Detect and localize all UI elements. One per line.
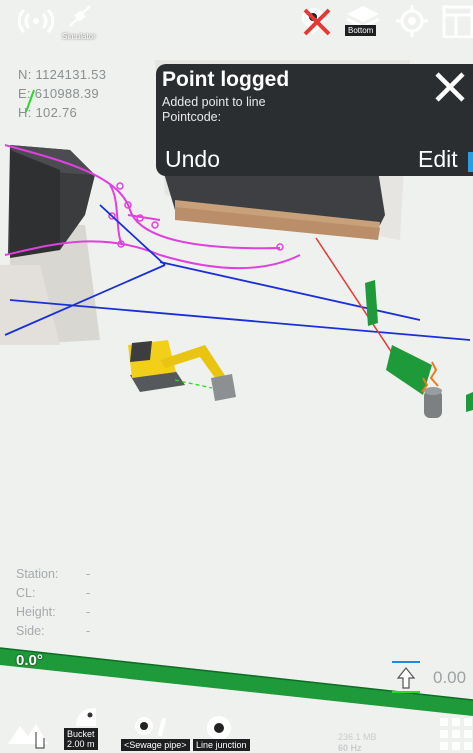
- satellite-icon[interactable]: [66, 2, 94, 32]
- edit-button[interactable]: Edit: [418, 146, 458, 173]
- toast-message: Added point to line: [162, 95, 266, 109]
- window-layout-icon[interactable]: [441, 4, 473, 38]
- terrain-view-icon[interactable]: [6, 714, 50, 750]
- memory-usage: 236.1 MB: [338, 732, 377, 742]
- bucket-size-label[interactable]: Bucket 2.00 m: [64, 728, 98, 750]
- frame-rate: 60 Hz: [338, 743, 362, 753]
- bottom-toolbar: Bucket 2.00 m <Sewage pipe> Line junctio…: [0, 706, 473, 753]
- station-label: Station:: [16, 567, 59, 581]
- gps-locate-icon[interactable]: [395, 4, 429, 38]
- slope-angle-readout: 0.0°: [16, 652, 43, 669]
- easting-readout: E: 610988.39: [18, 86, 99, 101]
- height-readout: H: 102.76: [18, 105, 78, 120]
- undo-button[interactable]: Undo: [165, 146, 220, 173]
- radio-signal-icon[interactable]: [18, 6, 54, 36]
- station-value: -: [86, 567, 91, 581]
- height-value: -: [86, 605, 91, 619]
- line-junction-label[interactable]: Line junction: [193, 739, 250, 751]
- close-icon[interactable]: [433, 70, 467, 104]
- point-logged-toast: Point logged Added point to line Pointco…: [156, 64, 473, 176]
- height-label: Height:: [16, 605, 56, 619]
- simulator-label: Simulator: [62, 32, 96, 41]
- cl-value: -: [86, 586, 91, 600]
- height-offset-icon: [392, 661, 420, 693]
- bucket-icon[interactable]: [70, 706, 102, 728]
- layer-selection-label[interactable]: Bottom: [345, 25, 377, 36]
- grid-menu-icon[interactable]: [438, 716, 473, 753]
- northing-readout: N: 1124131.53: [18, 67, 107, 82]
- side-value: -: [86, 624, 91, 638]
- cl-label: CL:: [16, 586, 36, 600]
- toast-title: Point logged: [162, 68, 290, 91]
- toast-pointcode: Pointcode:: [162, 110, 222, 124]
- height-offset-value: 0.00: [433, 668, 467, 687]
- top-toolbar: Simulator Bottom: [0, 0, 473, 46]
- edit-accent: [468, 152, 473, 172]
- bucket-width: 2.00 m: [67, 739, 95, 749]
- point-logging-disabled-icon[interactable]: [299, 4, 335, 38]
- bucket-title: Bucket: [67, 729, 95, 739]
- point-code-label[interactable]: <Sewage pipe>: [121, 739, 190, 751]
- side-label: Side:: [16, 624, 45, 638]
